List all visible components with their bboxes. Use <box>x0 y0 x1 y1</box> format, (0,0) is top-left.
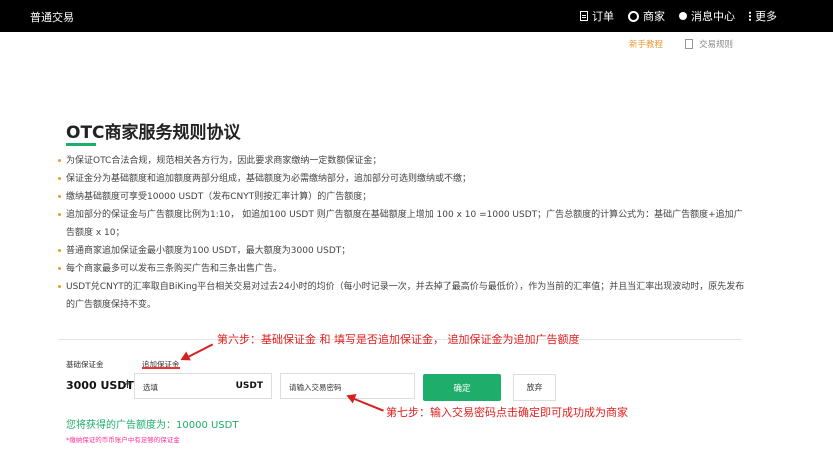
nav-item-orders-label: 订单 <box>592 10 614 23</box>
message-icon <box>679 12 687 20</box>
step6-arrow-line <box>185 343 214 359</box>
trade-rules-label: 交易规则 <box>698 40 733 50</box>
add-deposit-input[interactable]: 选填 USDT <box>134 373 272 399</box>
trade-rules-link[interactable]: 交易规则 <box>684 38 733 50</box>
step7-annotation: 第七步：输入交易密码点击确定即可成功成为商家 <box>386 406 628 419</box>
add-deposit-unit: USDT <box>235 381 263 391</box>
nav-brand-link[interactable]: 普通交易 <box>30 9 74 25</box>
nav-item-merchant[interactable]: 商家 <box>628 8 665 24</box>
nav-item-more-label: 更多 <box>755 10 777 23</box>
rule-item: 追加部分的保证金与广告额度比例为1:10， 如追加100 USDT 则广告额度在… <box>58 206 748 242</box>
deposit-note: *缴纳保证的币币账户中有足够的保证金 <box>66 436 180 444</box>
add-deposit-tab-underline <box>142 367 180 369</box>
nav-item-orders[interactable]: 订单 <box>580 8 614 24</box>
rules-list: 为保证OTC合法合规，规范相关各方行为，因此要求商家缴纳一定数额保证金； 保证金… <box>58 152 748 314</box>
page-title: OTC商家服务规则协议 <box>66 123 241 143</box>
top-nav: 订单 商家 消息中心 更多 <box>580 8 777 24</box>
abandon-button[interactable]: 放弃 <box>513 374 556 401</box>
sub-nav: 新手教程 交易规则 <box>629 38 733 50</box>
tutorial-link[interactable]: 新手教程 <box>629 38 663 50</box>
order-icon <box>580 11 588 21</box>
add-deposit-placeholder: 选填 <box>143 383 158 392</box>
nav-item-messages[interactable]: 消息中心 <box>679 8 735 24</box>
rule-item: USDT兑CNYT的汇率取自BiKing平台相关交易对过去24小时的均价（每小时… <box>58 278 748 314</box>
title-underline <box>66 143 96 146</box>
document-icon <box>684 39 693 49</box>
plus-sign: + <box>122 377 133 392</box>
rule-item: 保证金分为基础额度和追加额度两部分组成，基础额度为必需缴纳部分，追加部分可选则缴… <box>58 170 748 188</box>
rule-item: 为保证OTC合法合规，规范相关各方行为，因此要求商家缴纳一定数额保证金； <box>58 152 748 170</box>
nav-item-more[interactable]: 更多 <box>749 8 777 24</box>
nav-item-merchant-label: 商家 <box>643 10 665 23</box>
base-deposit-label: 基础保证金 <box>66 360 104 369</box>
step7-arrow-line <box>351 397 384 412</box>
rule-item: 每个商家最多可以发布三条购买广告和三条出售广告。 <box>58 260 748 278</box>
more-icon <box>749 11 751 21</box>
merchant-icon <box>628 10 639 22</box>
ad-amount-text: 您将获得的广告额度为：10000 USDT <box>66 420 239 431</box>
step7-arrow-head <box>344 390 357 404</box>
confirm-button[interactable]: 确定 <box>423 374 501 401</box>
rule-item: 缴纳基础额度可享受10000 USDT（发布CNYT则按汇率计算）的广告额度； <box>58 188 748 206</box>
rule-item: 普通商家追加保证金最小额度为100 USDT，最大额度为3000 USDT； <box>58 242 748 260</box>
top-nav-bar: 普通交易 订单 商家 消息中心 更多 <box>0 0 833 32</box>
step6-arrow-head <box>178 351 191 365</box>
trade-password-placeholder: 请输入交易密码 <box>289 383 342 392</box>
nav-item-messages-label: 消息中心 <box>691 10 735 23</box>
step6-annotation: 第六步：基础保证金 和 填写是否追加保证金， 追加保证金为追加广告额度 <box>217 333 580 346</box>
